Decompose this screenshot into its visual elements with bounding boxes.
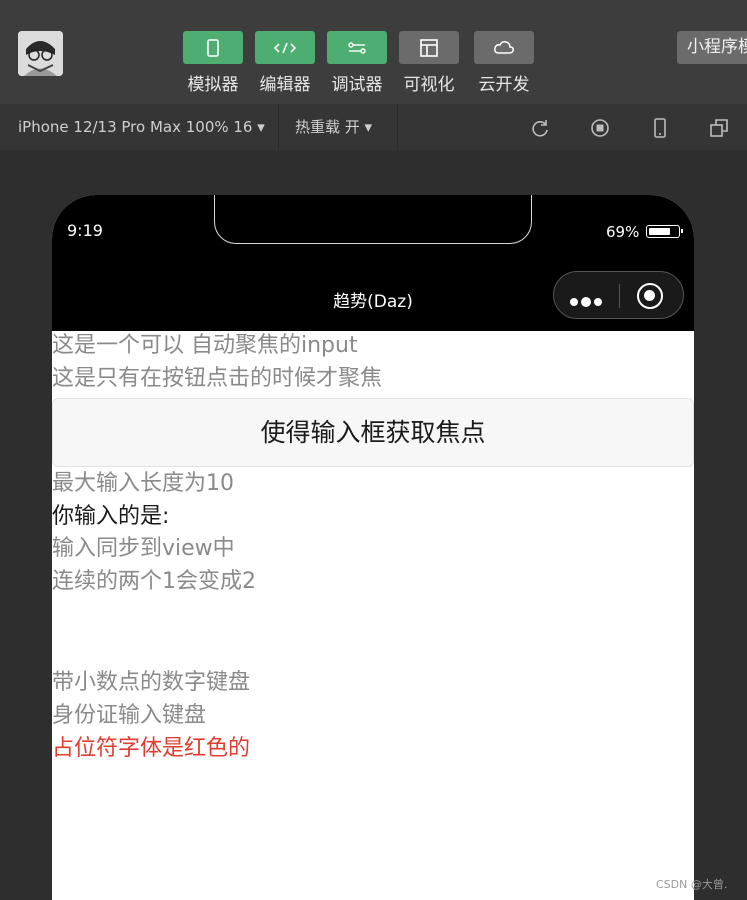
focus-button[interactable]: 使得输入框获取焦点 — [52, 398, 694, 467]
avatar-image-icon — [18, 31, 63, 76]
simulator-tool[interactable]: 模拟器 — [183, 31, 243, 95]
replace-input[interactable]: 连续的两个1会变成2 — [52, 567, 256, 597]
cloud-label: 云开发 — [478, 75, 530, 95]
digit-input[interactable]: 带小数点的数字键盘 — [52, 668, 250, 698]
visual-tool[interactable]: 可视化 — [399, 31, 459, 95]
phone-header: 9:19 69% 趋势(Daz) — [52, 195, 694, 331]
debugger-button[interactable] — [327, 31, 387, 64]
window-icon[interactable] — [709, 118, 729, 138]
close-miniprogram-icon[interactable] — [637, 283, 663, 309]
editor-button[interactable] — [255, 31, 315, 64]
simulator-subbar: iPhone 12/13 Pro Max 100% 16 ▾ 热重载 开 ▾ — [0, 104, 747, 150]
editor-tool[interactable]: 编辑器 — [255, 31, 315, 95]
top-toolbar: 模拟器 编辑器 调试器 可视化 云开发 小程序模 — [0, 0, 747, 104]
more-icon[interactable] — [570, 291, 605, 310]
simulator-button[interactable] — [183, 31, 243, 64]
mini-program-button[interactable]: 小程序模 — [677, 31, 747, 64]
cloud-tool[interactable]: 云开发 — [474, 31, 534, 95]
code-icon — [273, 42, 297, 53]
red-placeholder-input[interactable]: 占位符字体是红色的 — [52, 734, 250, 764]
layout-icon — [420, 38, 438, 57]
visual-button[interactable] — [399, 31, 459, 64]
stop-icon[interactable] — [590, 118, 610, 138]
watermark: CSDN @大曾. — [656, 878, 728, 891]
idcard-input[interactable]: 身份证输入键盘 — [52, 701, 206, 731]
battery-percent: 69% — [606, 223, 640, 241]
maxlength-input[interactable]: 最大输入长度为10 — [52, 469, 234, 499]
debug-icon — [348, 41, 366, 54]
phone-icon — [207, 38, 219, 57]
refresh-icon[interactable] — [530, 118, 550, 138]
autofocus-input[interactable]: 这是一个可以 自动聚焦的input — [52, 331, 358, 361]
device-icon[interactable] — [650, 118, 670, 138]
phone-simulator: 9:19 69% 趋势(Daz) 这是一个可以 自动聚焦的input 这是只有在… — [52, 195, 694, 900]
device-selector[interactable]: iPhone 12/13 Pro Max 100% 16 ▾ — [0, 104, 278, 150]
cloud-button[interactable] — [474, 31, 534, 64]
simulator-label: 模拟器 — [187, 75, 239, 95]
input-echo-text: 你输入的是: — [52, 504, 170, 529]
cloud-icon — [494, 40, 514, 54]
status-time: 9:19 — [67, 221, 103, 240]
battery-icon — [646, 225, 683, 238]
hot-reload-toggle[interactable]: 热重载 开 ▾ — [279, 104, 397, 150]
visual-label: 可视化 — [403, 75, 455, 95]
avatar[interactable] — [18, 31, 63, 76]
capsule-divider — [619, 284, 620, 308]
button-focus-input[interactable]: 这是只有在按钮点击的时候才聚焦 — [52, 364, 382, 394]
sync-input[interactable]: 输入同步到view中 — [52, 534, 235, 564]
debugger-tool[interactable]: 调试器 — [327, 31, 387, 95]
debugger-label: 调试器 — [331, 75, 383, 95]
phone-notch — [214, 195, 532, 244]
editor-label: 编辑器 — [259, 75, 311, 95]
divider — [397, 104, 398, 150]
capsule-menu — [553, 271, 684, 319]
